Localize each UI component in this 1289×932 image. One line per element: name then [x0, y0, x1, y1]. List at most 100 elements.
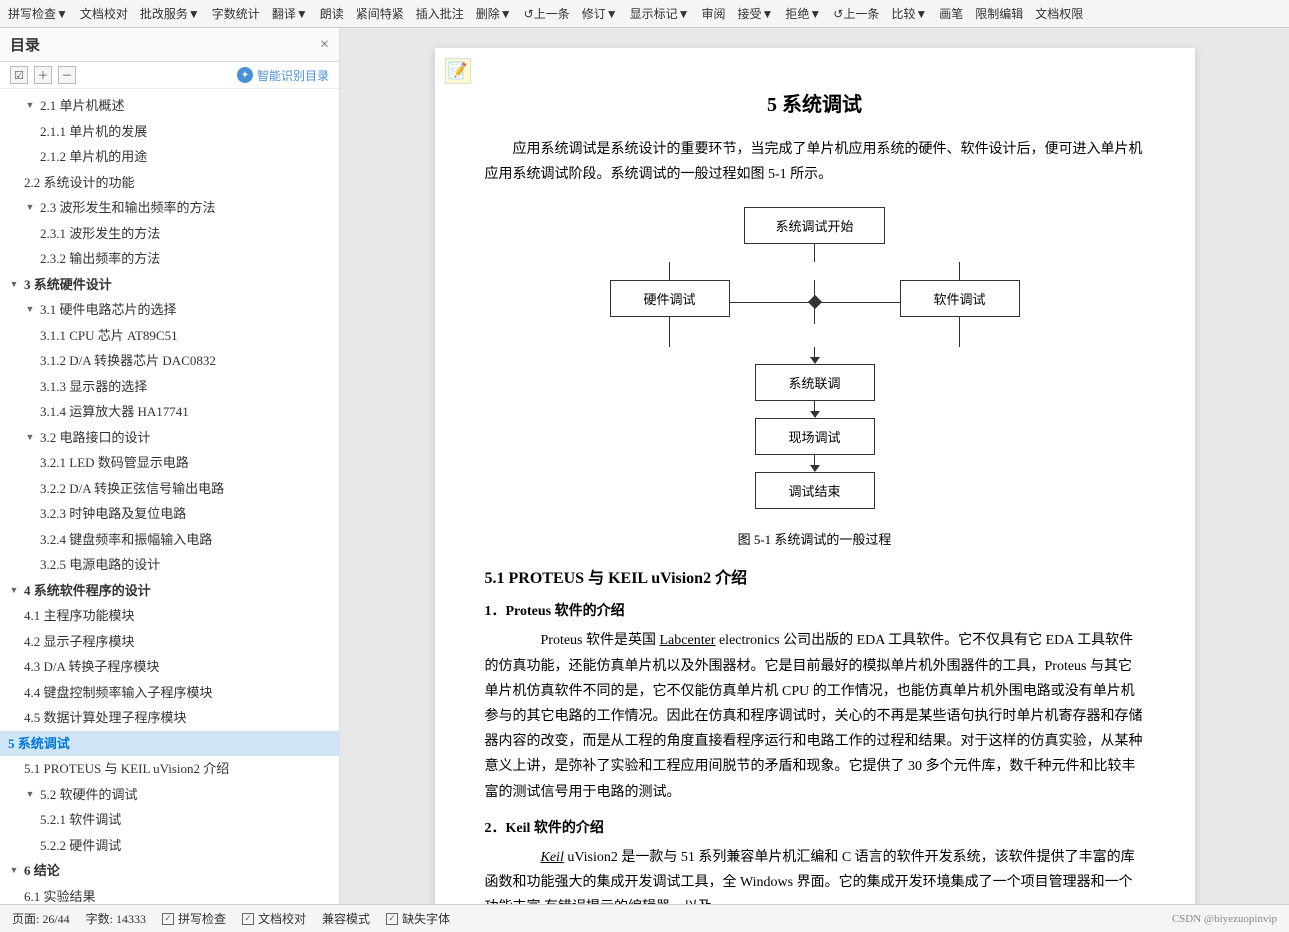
toc-title: 目录	[10, 34, 40, 55]
document-area[interactable]: 📝 5 系统调试 应用系统调试是系统设计的重要环节，当完成了单片机应用系统的硬件…	[340, 28, 1289, 904]
toc-item-3-1-4[interactable]: 3.1.4 运算放大器 HA17741	[0, 399, 339, 425]
compat-mode-status: 兼容模式	[322, 910, 370, 927]
watermark: CSDN @biyezuopinvip	[1172, 913, 1277, 925]
word-count: 字数: 14333	[86, 910, 146, 927]
toc-item-6[interactable]: ▼ 6 结论	[0, 858, 339, 884]
smart-toc-icon: ✦	[237, 67, 253, 83]
toc-header: 目录 ×	[0, 28, 339, 62]
toc-item-2-1-1[interactable]: 2.1.1 单片机的发展	[0, 119, 339, 145]
toolbar-track-changes[interactable]: 修订▼	[582, 5, 618, 22]
flow-hw-debug-box: 硬件调试	[610, 280, 730, 317]
flow-start-box: 系统调试开始	[744, 207, 884, 244]
spell-check-status[interactable]: ✓ 拼写检查	[162, 910, 226, 927]
toc-collapse-btn[interactable]: －	[58, 66, 76, 84]
toc-item-3-2-5[interactable]: 3.2.5 电源电路的设计	[0, 552, 339, 578]
toolbar-prev[interactable]: ↺上一条	[524, 5, 570, 22]
main-area: 目录 × ☑ ＋ － ✦ 智能识别目录 ▼ 2.1 单片机概述 2.1.1 单片…	[0, 28, 1289, 904]
page-info: 页面: 26/44	[12, 910, 70, 927]
toc-item-4-2[interactable]: 4.2 显示子程序模块	[0, 629, 339, 655]
toc-panel: 目录 × ☑ ＋ － ✦ 智能识别目录 ▼ 2.1 单片机概述 2.1.1 单片…	[0, 28, 340, 904]
proteus-paragraph: Proteus 软件是英国 Labcenter electronics 公司出版…	[485, 628, 1145, 804]
toc-toolbar: ☑ ＋ － ✦ 智能识别目录	[0, 62, 339, 89]
toolbar-accept[interactable]: 接受▼	[738, 5, 774, 22]
toc-item-3-2-4[interactable]: 3.2.4 键盘频率和振幅输入电路	[0, 527, 339, 553]
expand-icon-2-3: ▼	[24, 202, 36, 214]
toolbar-review[interactable]: 审阅	[701, 5, 725, 22]
toolbar-word-count[interactable]: 字数统计	[212, 5, 260, 22]
toc-item-5-2-1[interactable]: 5.2.1 软件调试	[0, 807, 339, 833]
toc-item-4[interactable]: ▼ 4 系统软件程序的设计	[0, 578, 339, 604]
toc-item-3-1[interactable]: ▼ 3.1 硬件电路芯片的选择	[0, 297, 339, 323]
toc-item-4-4[interactable]: 4.4 键盘控制频率输入子程序模块	[0, 680, 339, 706]
toolbar-delete[interactable]: 删除▼	[476, 5, 512, 22]
toolbar-batch-service[interactable]: 批改服务▼	[140, 5, 200, 22]
toc-content: ▼ 2.1 单片机概述 2.1.1 单片机的发展 2.1.2 单片机的用途 2.…	[0, 89, 339, 904]
toc-item-4-3[interactable]: 4.3 D/A 转换子程序模块	[0, 654, 339, 680]
flow-system-debug-box: 系统联调	[755, 364, 875, 401]
toc-item-2-2[interactable]: 2.2 系统设计的功能	[0, 170, 339, 196]
expand-icon-6: ▼	[8, 865, 20, 877]
flowchart: 系统调试开始 硬件调试	[485, 207, 1145, 509]
toc-item-2-3-1[interactable]: 2.3.1 波形发生的方法	[0, 221, 339, 247]
expand-icon-5-2: ▼	[24, 788, 36, 800]
toc-item-3-2[interactable]: ▼ 3.2 电路接口的设计	[0, 425, 339, 451]
intro-paragraph: 应用系统调试是系统设计的重要环节，当完成了单片机应用系统的硬件、软件设计后，便可…	[485, 137, 1145, 187]
toc-check-btn[interactable]: ☑	[10, 66, 28, 84]
doc-check-status[interactable]: ✓ 文档校对	[242, 910, 306, 927]
toolbar-doc-check[interactable]: 文档校对	[80, 5, 128, 22]
toolbar-read[interactable]: 朗读	[320, 5, 344, 22]
status-bar: 页面: 26/44 字数: 14333 ✓ 拼写检查 ✓ 文档校对 兼容模式 ✓…	[0, 904, 1289, 932]
document-page: 📝 5 系统调试 应用系统调试是系统设计的重要环节，当完成了单片机应用系统的硬件…	[435, 48, 1195, 904]
flow-end-box: 调试结束	[755, 472, 875, 509]
toc-toolbar-left: ☑ ＋ －	[10, 66, 76, 84]
toc-item-4-1[interactable]: 4.1 主程序功能模块	[0, 603, 339, 629]
toolbar-restrict-edit[interactable]: 限制编辑	[975, 5, 1023, 22]
expand-icon-3-2: ▼	[24, 431, 36, 443]
toc-item-2-1[interactable]: ▼ 2.1 单片机概述	[0, 93, 339, 119]
toc-item-3-1-1[interactable]: 3.1.1 CPU 芯片 AT89C51	[0, 323, 339, 349]
toc-item-3-2-2[interactable]: 3.2.2 D/A 转换正弦信号输出电路	[0, 476, 339, 502]
expand-icon-4: ▼	[8, 584, 20, 596]
toc-item-2-1-2[interactable]: 2.1.2 单片机的用途	[0, 144, 339, 170]
toolbar-spell-check[interactable]: 拼写检查▼	[8, 5, 68, 22]
toolbar: 拼写检查▼ 文档校对 批改服务▼ 字数统计 翻译▼ 朗读 紧间特紧 插入批注 删…	[0, 0, 1289, 28]
flow-site-debug-box: 现场调试	[755, 418, 875, 455]
toc-item-3[interactable]: ▼ 3 系统硬件设计	[0, 272, 339, 298]
sub2-title: 2．Keil 软件的介绍	[485, 817, 1145, 837]
keil-paragraph: Keil uVision2 是一款与 51 系列兼容单片机汇编和 C 语言的软件…	[485, 845, 1145, 904]
flow-sw-debug-box: 软件调试	[900, 280, 1020, 317]
toc-item-3-1-3[interactable]: 3.1.3 显示器的选择	[0, 374, 339, 400]
toolbar-compare[interactable]: 比较▼	[891, 5, 927, 22]
toc-item-3-1-2[interactable]: 3.1.2 D/A 转换器芯片 DAC0832	[0, 348, 339, 374]
sticky-note-icon[interactable]: 📝	[445, 58, 471, 84]
chapter-title: 5 系统调试	[485, 88, 1145, 117]
toc-expand-btn[interactable]: ＋	[34, 66, 52, 84]
spell-check-checkbox[interactable]: ✓	[162, 913, 174, 925]
smart-toc-button[interactable]: ✦ 智能识别目录	[237, 67, 329, 84]
toc-item-5-1[interactable]: 5.1 PROTEUS 与 KEIL uVision2 介绍	[0, 756, 339, 782]
toolbar-prev2[interactable]: ↺上一条	[833, 5, 879, 22]
missing-font-status[interactable]: ✓ 缺失字体	[386, 910, 450, 927]
missing-font-checkbox[interactable]: ✓	[386, 913, 398, 925]
doc-check-checkbox[interactable]: ✓	[242, 913, 254, 925]
toc-item-5[interactable]: 5 系统调试	[0, 731, 339, 757]
toolbar-insert-comment[interactable]: 插入批注	[416, 5, 464, 22]
toolbar-show-markup[interactable]: 显示标记▼	[630, 5, 690, 22]
toolbar-translate[interactable]: 翻译▼	[272, 5, 308, 22]
toc-close-button[interactable]: ×	[320, 36, 329, 54]
toolbar-brush[interactable]: 画笔	[939, 5, 963, 22]
toc-item-2-3[interactable]: ▼ 2.3 波形发生和输出频率的方法	[0, 195, 339, 221]
toc-item-6-1[interactable]: 6.1 实验结果	[0, 884, 339, 905]
toc-item-3-2-3[interactable]: 3.2.3 时钟电路及复位电路	[0, 501, 339, 527]
toc-item-5-2-2[interactable]: 5.2.2 硬件调试	[0, 833, 339, 859]
toc-item-4-5[interactable]: 4.5 数据计算处理子程序模块	[0, 705, 339, 731]
toc-item-3-2-1[interactable]: 3.2.1 LED 数码管显示电路	[0, 450, 339, 476]
toc-item-2-3-2[interactable]: 2.3.2 输出频率的方法	[0, 246, 339, 272]
toolbar-spacing[interactable]: 紧间特紧	[356, 5, 404, 22]
expand-icon: ▼	[24, 100, 36, 112]
toolbar-reject[interactable]: 拒绝▼	[785, 5, 821, 22]
toc-item-5-2[interactable]: ▼ 5.2 软硬件的调试	[0, 782, 339, 808]
section51-title: 5.1 PROTEUS 与 KEIL uVision2 介绍	[485, 564, 1145, 588]
expand-icon-3-1: ▼	[24, 304, 36, 316]
toolbar-doc-permissions[interactable]: 文档权限	[1035, 5, 1083, 22]
